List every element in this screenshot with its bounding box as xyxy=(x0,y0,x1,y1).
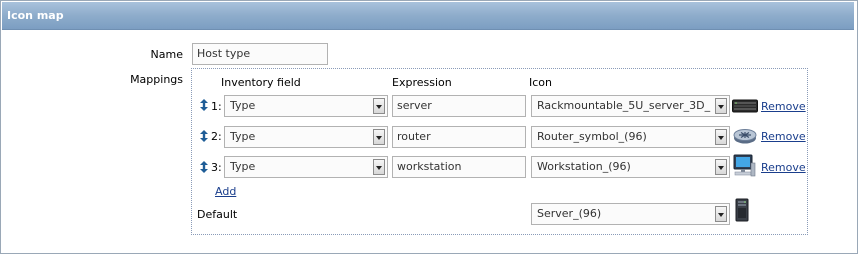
default-label: Default xyxy=(197,208,238,221)
icon-select[interactable]: Workstation_(96) xyxy=(531,156,730,178)
router-icon xyxy=(733,129,757,144)
row-number: 1: xyxy=(211,100,222,113)
remove-link[interactable]: Remove xyxy=(761,100,806,113)
workstation-icon xyxy=(733,154,756,177)
icon-select-value: Rackmountable_5U_server_3D_(96) xyxy=(537,99,711,112)
mappings-label: Mappings xyxy=(130,73,183,86)
expression-input[interactable]: server xyxy=(392,95,526,117)
add-mapping-link[interactable]: Add xyxy=(215,185,236,198)
remove-link[interactable]: Remove xyxy=(761,130,806,143)
inventory-field-select[interactable]: Type xyxy=(224,156,388,178)
column-header-inventory-field: Inventory field xyxy=(221,76,301,89)
icon-select-value: Router_symbol_(96) xyxy=(537,130,647,143)
chevron-down-icon[interactable] xyxy=(715,129,727,145)
icon-select[interactable]: Router_symbol_(96) xyxy=(531,126,730,148)
inventory-field-value: Type xyxy=(230,99,256,112)
chevron-down-icon[interactable] xyxy=(715,206,727,222)
inventory-field-select[interactable]: Type xyxy=(224,95,388,117)
remove-link[interactable]: Remove xyxy=(761,161,806,174)
drag-handle-icon[interactable] xyxy=(199,99,209,111)
default-icon-value: Server_(96) xyxy=(537,207,602,220)
drag-handle-icon[interactable] xyxy=(199,161,209,173)
chevron-down-icon[interactable] xyxy=(715,159,727,175)
rack-server-icon xyxy=(732,99,758,113)
inventory-field-select[interactable]: Type xyxy=(224,126,388,148)
column-header-expression: Expression xyxy=(392,76,452,89)
chevron-down-icon[interactable] xyxy=(373,159,385,175)
drag-handle-icon[interactable] xyxy=(199,130,209,142)
column-header-icon: Icon xyxy=(529,76,552,89)
form-header: Icon map xyxy=(2,2,854,30)
row-number: 2: xyxy=(211,130,222,143)
icon-select-value: Workstation_(96) xyxy=(537,160,631,173)
row-number: 3: xyxy=(211,161,222,174)
name-input[interactable]: Host type xyxy=(192,43,328,65)
expression-input[interactable]: router xyxy=(392,126,526,148)
default-icon-select[interactable]: Server_(96) xyxy=(531,203,730,225)
expression-input[interactable]: workstation xyxy=(392,156,526,178)
tower-server-icon xyxy=(735,198,749,222)
name-label: Name xyxy=(150,48,183,61)
form-title: Icon map xyxy=(7,9,64,22)
inventory-field-value: Type xyxy=(230,130,256,143)
chevron-down-icon[interactable] xyxy=(715,98,727,114)
chevron-down-icon[interactable] xyxy=(373,98,385,114)
chevron-down-icon[interactable] xyxy=(373,129,385,145)
icon-select[interactable]: Rackmountable_5U_server_3D_(96) xyxy=(531,95,730,117)
inventory-field-value: Type xyxy=(230,160,256,173)
